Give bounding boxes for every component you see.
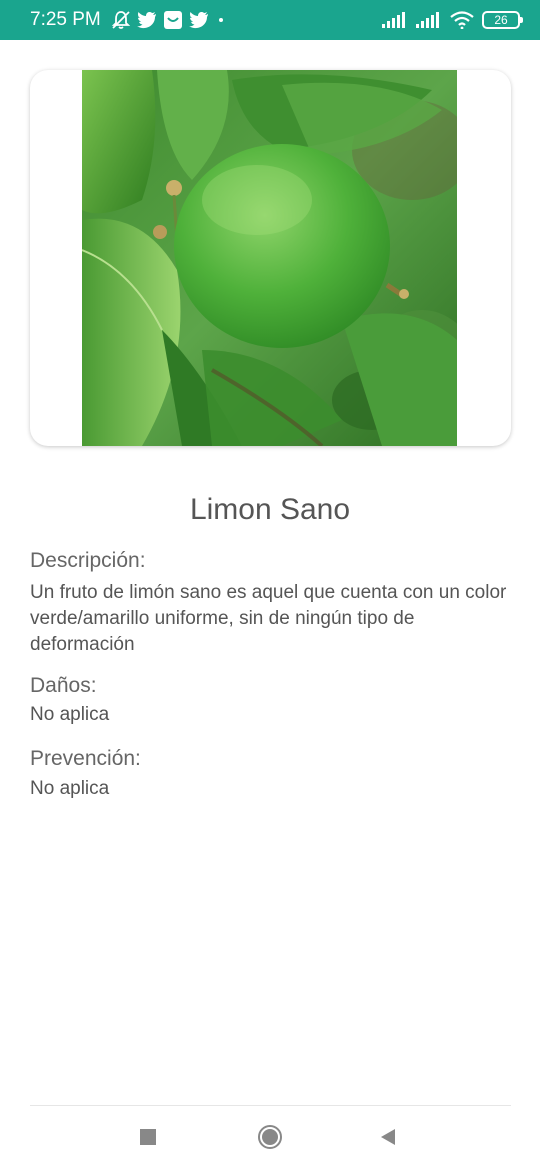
- back-triangle-icon: [381, 1129, 395, 1145]
- status-time: 7:25 PM: [30, 9, 101, 30]
- mute-bell-icon: [111, 10, 131, 30]
- prevention-label: Prevención:: [30, 747, 141, 770]
- signal-icon: [416, 11, 442, 29]
- battery-icon: 26: [482, 11, 523, 29]
- twitter-icon: [188, 11, 209, 29]
- dot-icon: [215, 14, 227, 26]
- wifi-icon: [450, 11, 474, 29]
- lemon-photo: [82, 70, 457, 446]
- image-card: [30, 70, 511, 446]
- damage-text: No aplica: [30, 704, 110, 725]
- damage-label: Daños:: [30, 674, 97, 697]
- status-right: 26: [382, 11, 523, 29]
- signal-icon: [382, 11, 408, 29]
- home-button[interactable]: [250, 1117, 290, 1157]
- description-text: Un fruto de limón sano es aquel que cuen…: [30, 582, 507, 655]
- twitter-icon: [136, 11, 157, 29]
- store-icon: [163, 10, 183, 30]
- recents-square-icon: [140, 1129, 156, 1145]
- description-label: Descripción:: [30, 549, 146, 572]
- battery-level: 26: [494, 13, 508, 27]
- page-title: Limon Sano: [189, 493, 351, 526]
- recents-button[interactable]: [128, 1117, 168, 1157]
- status-left: 7:25 PM: [30, 9, 227, 31]
- navigation-bar: [0, 1106, 540, 1170]
- status-bar: 7:25 PM 26: [0, 0, 540, 40]
- back-button[interactable]: [368, 1117, 408, 1157]
- prevention-text: No aplica: [30, 778, 110, 799]
- home-circle-icon: [258, 1125, 282, 1149]
